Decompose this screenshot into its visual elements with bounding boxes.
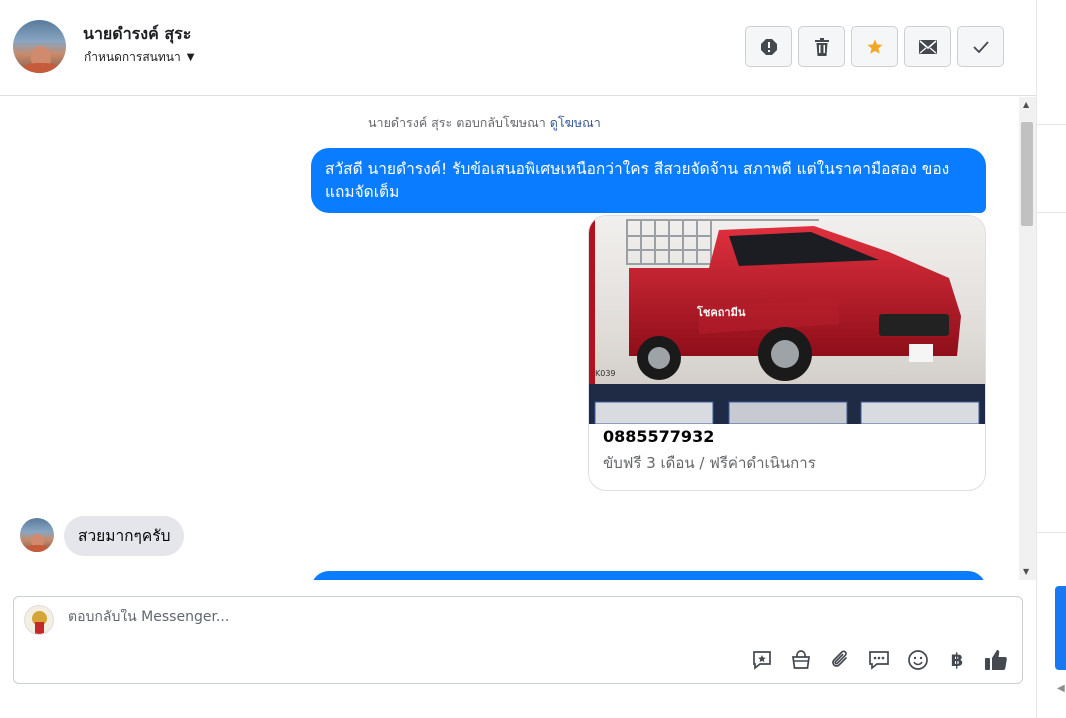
chat-bubbles-icon bbox=[869, 651, 889, 670]
mark-unread-button[interactable] bbox=[904, 26, 951, 67]
ad-card-subtitle: ขับฟรี 3 เดือน / ฟรีค่าดำเนินการ bbox=[603, 454, 816, 472]
ad-reply-notice: นายดำรงค์ สุระ ตอบกลับโฆษณา ดูโฆษณา bbox=[368, 113, 601, 133]
header-actions bbox=[745, 26, 1004, 67]
scroll-down-icon[interactable]: ▼ bbox=[1023, 567, 1029, 576]
reply-input[interactable] bbox=[68, 609, 968, 625]
shop-bag-icon bbox=[792, 650, 810, 669]
page-avatar bbox=[24, 605, 54, 635]
contact-name[interactable]: นายดำรงค์ สุระ bbox=[83, 22, 191, 47]
contact-avatar[interactable] bbox=[13, 20, 66, 73]
mark-done-button[interactable] bbox=[957, 26, 1004, 67]
inbox-panel: นายดำรงค์ สุระ กำหนดการสนทนา ▼ นายดำรงค์… bbox=[0, 0, 1036, 718]
check-icon bbox=[972, 40, 989, 53]
sender-avatar[interactable] bbox=[20, 518, 54, 552]
assign-label: กำหนดการสนทนา bbox=[84, 50, 181, 64]
incoming-message: สวยมากๆครับ bbox=[64, 516, 185, 556]
collapse-arrow-icon[interactable]: ◀ bbox=[1057, 683, 1065, 694]
view-ad-link[interactable]: ดูโฆษณา bbox=[550, 115, 601, 130]
scroll-up-icon[interactable]: ▲ bbox=[1023, 100, 1029, 109]
emoji-button[interactable] bbox=[905, 647, 931, 673]
conversation-thread[interactable]: นายดำรงค์ สุระ ตอบกลับโฆษณา ดูโฆษณา สวัสด… bbox=[0, 97, 1019, 580]
like-button[interactable] bbox=[983, 647, 1009, 673]
delete-button[interactable] bbox=[798, 26, 845, 67]
shop-button[interactable] bbox=[788, 647, 814, 673]
conversation-scrollbar[interactable]: ▲ ▼ bbox=[1019, 97, 1036, 580]
outgoing-message: สวัสดี นายดำรงค์! รับข้อเสนอพิเศษเหนือกว… bbox=[311, 148, 986, 213]
caret-down-icon: ▼ bbox=[186, 52, 195, 63]
quick-replies-button[interactable] bbox=[866, 647, 892, 673]
svg-text:โชคถามีน: โชคถามีน bbox=[696, 305, 746, 319]
saved-reply-button[interactable] bbox=[749, 647, 775, 673]
ad-notice-text: นายดำรงค์ สุระ ตอบกลับโฆษณา bbox=[368, 115, 546, 130]
ad-card[interactable]: โชคถามีน K039 0885577932 ขับฟรี 3 เดือน … bbox=[588, 215, 986, 491]
emoji-icon bbox=[908, 650, 928, 670]
trash-icon bbox=[814, 37, 829, 56]
attach-button[interactable] bbox=[827, 647, 853, 673]
composer-tools: ฿ bbox=[749, 647, 1009, 673]
assign-conversation-dropdown[interactable]: กำหนดการสนทนา ▼ bbox=[84, 48, 194, 67]
side-panel-tab[interactable] bbox=[1055, 586, 1066, 670]
star-button[interactable] bbox=[851, 26, 898, 67]
paperclip-icon bbox=[832, 650, 847, 667]
side-panel-edge: ◀ bbox=[1036, 0, 1066, 718]
envelope-icon bbox=[918, 39, 937, 54]
baht-icon: ฿ bbox=[950, 649, 964, 671]
scrollbar-thumb[interactable] bbox=[1021, 122, 1033, 226]
svg-text:K039: K039 bbox=[595, 369, 616, 378]
alert-icon bbox=[760, 38, 777, 55]
mark-spam-button[interactable] bbox=[745, 26, 792, 67]
conversation-header: นายดำรงค์ สุระ กำหนดการสนทนา ▼ bbox=[0, 0, 1036, 96]
reply-composer: ฿ bbox=[13, 596, 1023, 684]
ad-card-phone: 0885577932 bbox=[603, 427, 715, 446]
payment-button[interactable]: ฿ bbox=[944, 647, 970, 673]
thumbs-up-icon bbox=[985, 650, 1007, 670]
star-icon bbox=[867, 39, 882, 54]
saved-reply-icon bbox=[753, 651, 771, 670]
truck-ad-image: โชคถามีน K039 bbox=[589, 216, 985, 424]
outgoing-message-partial bbox=[311, 571, 986, 580]
